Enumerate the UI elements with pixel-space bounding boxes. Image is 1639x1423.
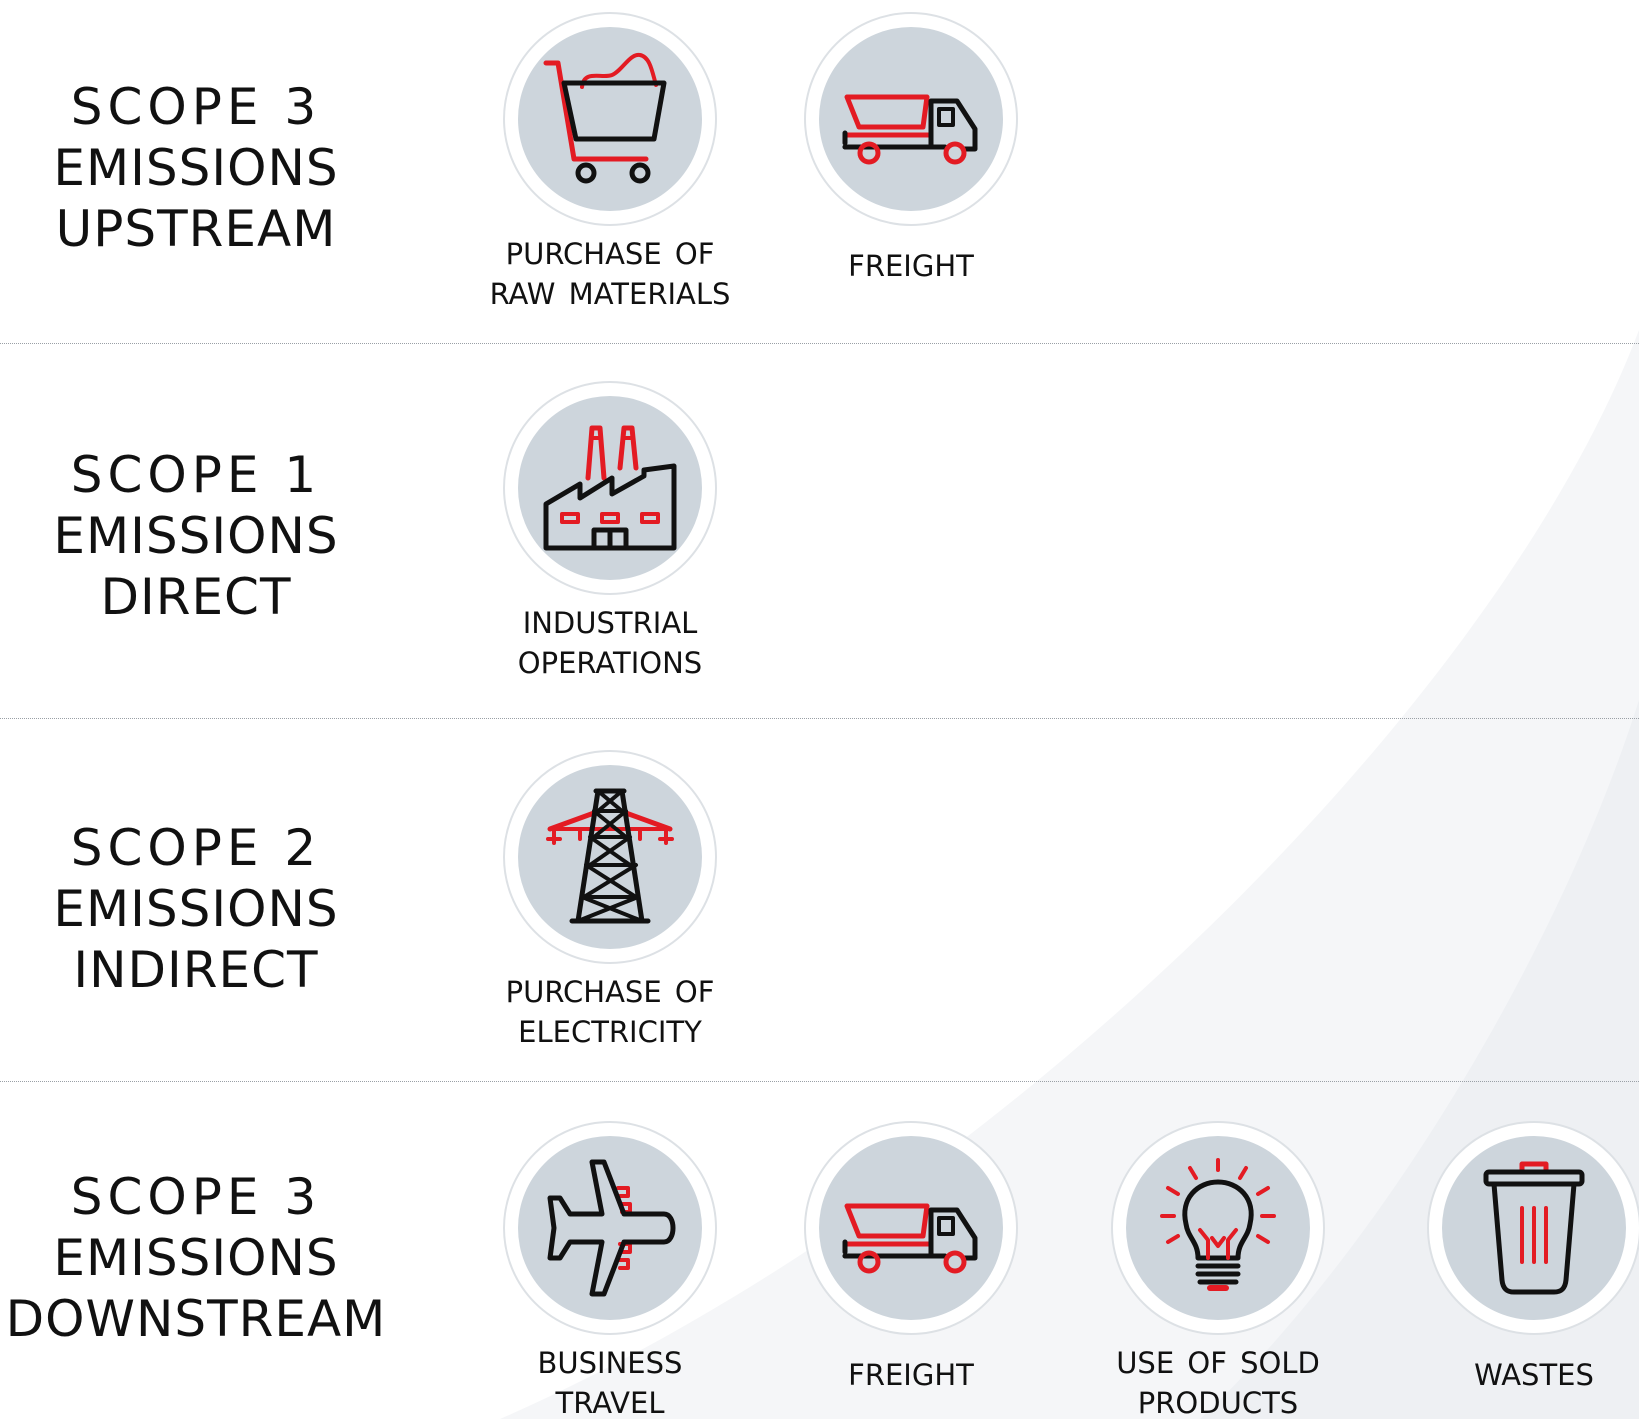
scope-title-line: UPSTREAM	[55, 200, 337, 258]
light-bulb-icon	[1160, 1158, 1276, 1291]
label-line: WASTES	[1474, 1358, 1594, 1392]
category-label: USE OF SOLD PRODUCTS	[1088, 1343, 1348, 1423]
label-line: PURCHASE OF	[505, 237, 715, 271]
category-label: PURCHASE OF ELECTRICITY	[480, 972, 740, 1052]
scope-title-line: SCOPE 1	[70, 446, 322, 504]
label-line: TRAVEL	[555, 1386, 665, 1420]
scope-title-line: EMISSIONS	[53, 507, 339, 565]
scope-2-indirect-title: SCOPE 2 EMISSIONS INDIRECT	[0, 818, 392, 1001]
truck-icon	[842, 1203, 978, 1274]
scope-3-upstream-title: SCOPE 3 EMISSIONS UPSTREAM	[0, 77, 392, 260]
row-divider	[0, 1081, 1639, 1082]
scope-title-line: SCOPE 3	[70, 1168, 322, 1226]
trash-bin-icon	[1483, 1161, 1585, 1295]
category-label: INDUSTRIAL OPERATIONS	[480, 603, 740, 683]
power-tower-icon	[546, 788, 674, 924]
icon-circle	[1111, 1121, 1325, 1335]
label-line: USE OF SOLD	[1116, 1346, 1320, 1380]
icon-circle	[503, 12, 717, 226]
category-business-travel: BUSINESS TRAVEL	[480, 1121, 740, 1423]
label-line: OPERATIONS	[517, 646, 703, 680]
scope-title-line: INDIRECT	[73, 941, 319, 999]
label-line: RAW MATERIALS	[489, 277, 731, 311]
label-line: PRODUCTS	[1137, 1386, 1299, 1420]
icon-circle	[503, 381, 717, 595]
category-use-of-sold-products: USE OF SOLD PRODUCTS	[1088, 1121, 1348, 1423]
category-label: PURCHASE OF RAW MATERIALS	[480, 234, 740, 314]
scope-title-line: DIRECT	[100, 568, 292, 626]
scope-title-line: EMISSIONS	[53, 880, 339, 938]
category-wastes: WASTES	[1404, 1121, 1639, 1395]
category-industrial-operations: INDUSTRIAL OPERATIONS	[480, 381, 740, 683]
category-label: FREIGHT	[781, 246, 1041, 286]
category-purchase-of-raw-materials: PURCHASE OF RAW MATERIALS	[480, 12, 740, 314]
scope-title-line: SCOPE 3	[70, 78, 322, 136]
category-freight-downstream: FREIGHT	[781, 1121, 1041, 1395]
label-line: FREIGHT	[848, 1358, 974, 1392]
scope-title-line: SCOPE 2	[70, 819, 322, 877]
category-label: BUSINESS TRAVEL	[480, 1343, 740, 1423]
truck-icon	[842, 94, 978, 165]
label-line: INDUSTRIAL	[522, 606, 698, 640]
scope-title-line: EMISSIONS	[53, 139, 339, 197]
airplane-icon	[547, 1159, 676, 1297]
scope-title-line: EMISSIONS	[53, 1229, 339, 1287]
icon-circle	[503, 750, 717, 964]
label-line: BUSINESS	[537, 1346, 683, 1380]
factory-icon	[543, 425, 677, 551]
icon-circle	[804, 12, 1018, 226]
icon-circle	[804, 1121, 1018, 1335]
category-label: FREIGHT	[781, 1355, 1041, 1395]
icon-circle	[503, 1121, 717, 1335]
category-purchase-of-electricity: PURCHASE OF ELECTRICITY	[480, 750, 740, 1052]
scope-3-downstream-title: SCOPE 3 EMISSIONS DOWNSTREAM	[0, 1167, 392, 1350]
category-label: WASTES	[1404, 1355, 1639, 1395]
scope-title-line: DOWNSTREAM	[5, 1290, 387, 1348]
category-freight-upstream: FREIGHT	[781, 12, 1041, 286]
label-line: ELECTRICITY	[518, 1015, 702, 1049]
icon-circle	[1427, 1121, 1639, 1335]
shopping-cart-icon	[543, 52, 667, 184]
label-line: PURCHASE OF	[505, 975, 715, 1009]
row-divider	[0, 718, 1639, 719]
scope-1-direct-title: SCOPE 1 EMISSIONS DIRECT	[0, 445, 392, 628]
label-line: FREIGHT	[848, 249, 974, 283]
row-divider	[0, 343, 1639, 344]
